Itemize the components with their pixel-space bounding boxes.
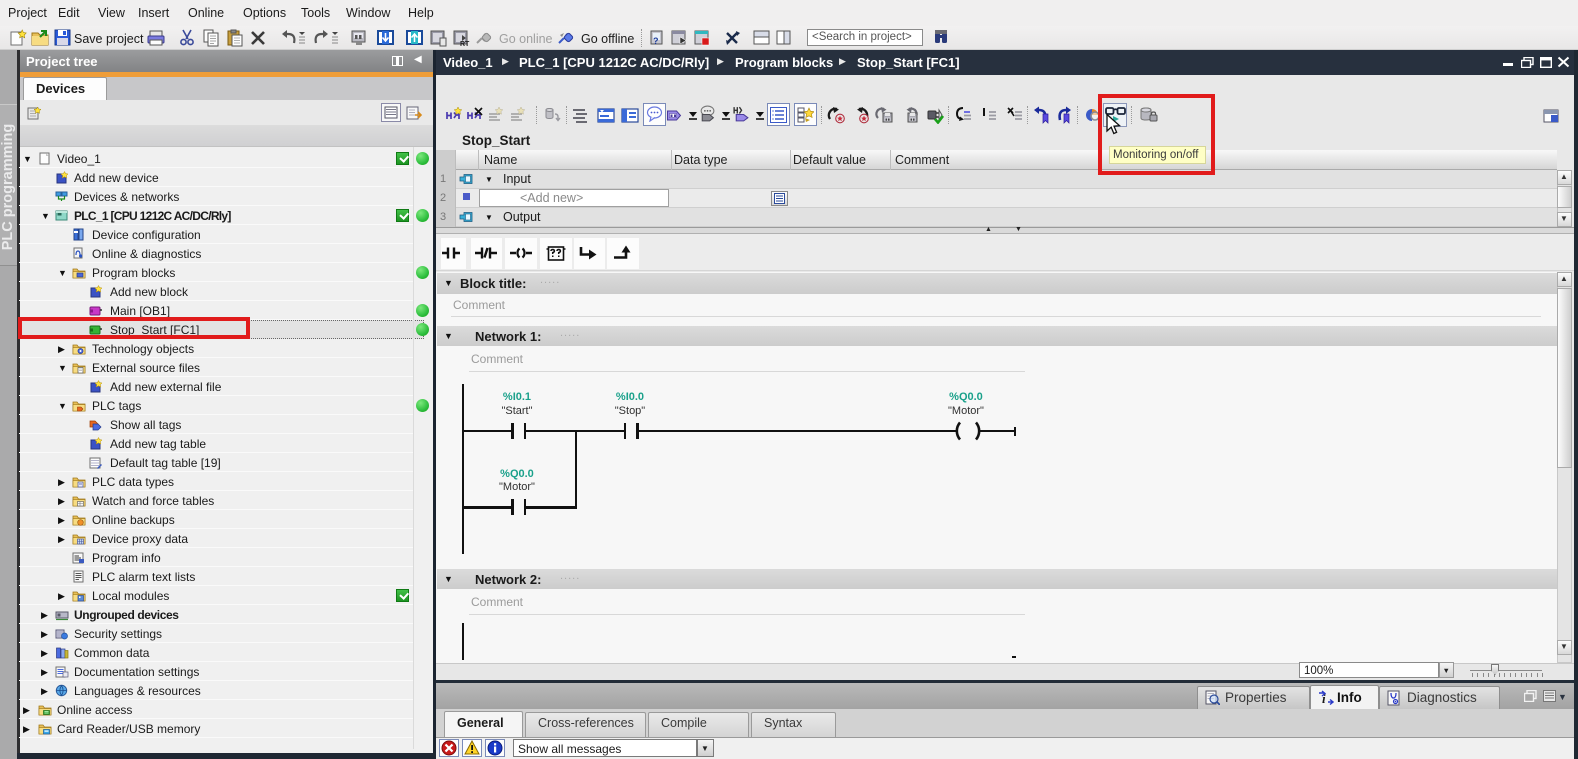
svg-text:?: ?: [653, 36, 659, 46]
svg-text:RT: RT: [460, 41, 470, 47]
